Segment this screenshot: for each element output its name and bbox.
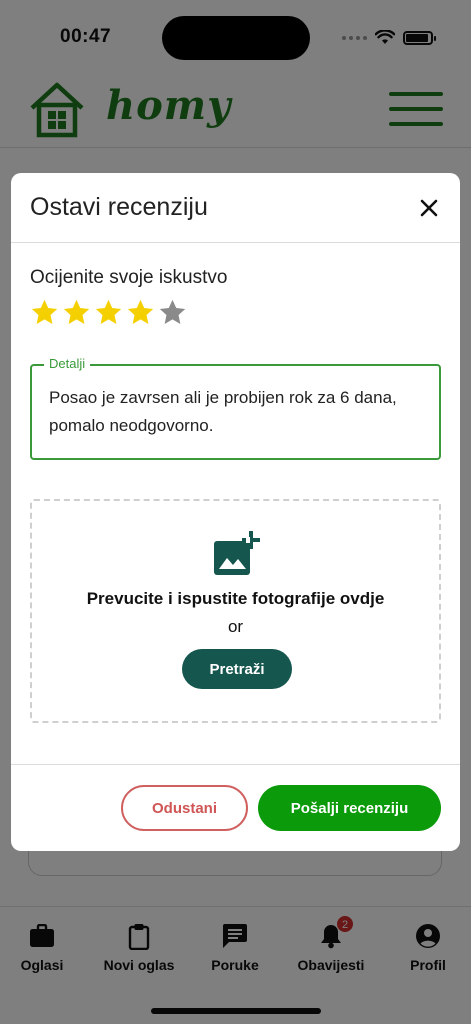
details-textarea[interactable]: Posao je zavrsen ali je probijen rok za … (49, 384, 425, 440)
dropzone-or: or (227, 617, 244, 636)
cancel-button[interactable]: Odustani (121, 785, 248, 831)
rating-label: Ocijenite svoje iskustvo (30, 267, 228, 288)
star-empty-icon[interactable] (158, 298, 187, 327)
modal-header: Ostavi recenziju (11, 173, 460, 243)
add-photo-icon (214, 531, 260, 575)
details-legend: Detalji (44, 356, 91, 371)
photo-dropzone[interactable]: Prevucite i ispustite fotografije ovdje … (30, 499, 441, 723)
close-button[interactable] (412, 191, 446, 225)
review-modal: Ostavi recenziju Ocijenite svoje iskustv… (11, 173, 460, 851)
submit-review-button[interactable]: Pošalji recenziju (258, 785, 441, 831)
star-filled-icon[interactable] (126, 298, 155, 327)
modal-title: Ostavi recenziju (30, 193, 208, 221)
details-field[interactable]: Detalji Posao je zavrsen ali je probijen… (30, 356, 441, 460)
browse-button[interactable]: Pretraži (182, 649, 292, 689)
star-rating[interactable] (30, 298, 187, 327)
star-filled-icon[interactable] (62, 298, 91, 327)
star-filled-icon[interactable] (94, 298, 123, 327)
dropzone-title: Prevucite i ispustite fotografije ovdje (86, 589, 385, 608)
modal-footer: Odustani Pošalji recenziju (11, 764, 460, 851)
star-filled-icon[interactable] (30, 298, 59, 327)
close-icon (420, 199, 438, 217)
